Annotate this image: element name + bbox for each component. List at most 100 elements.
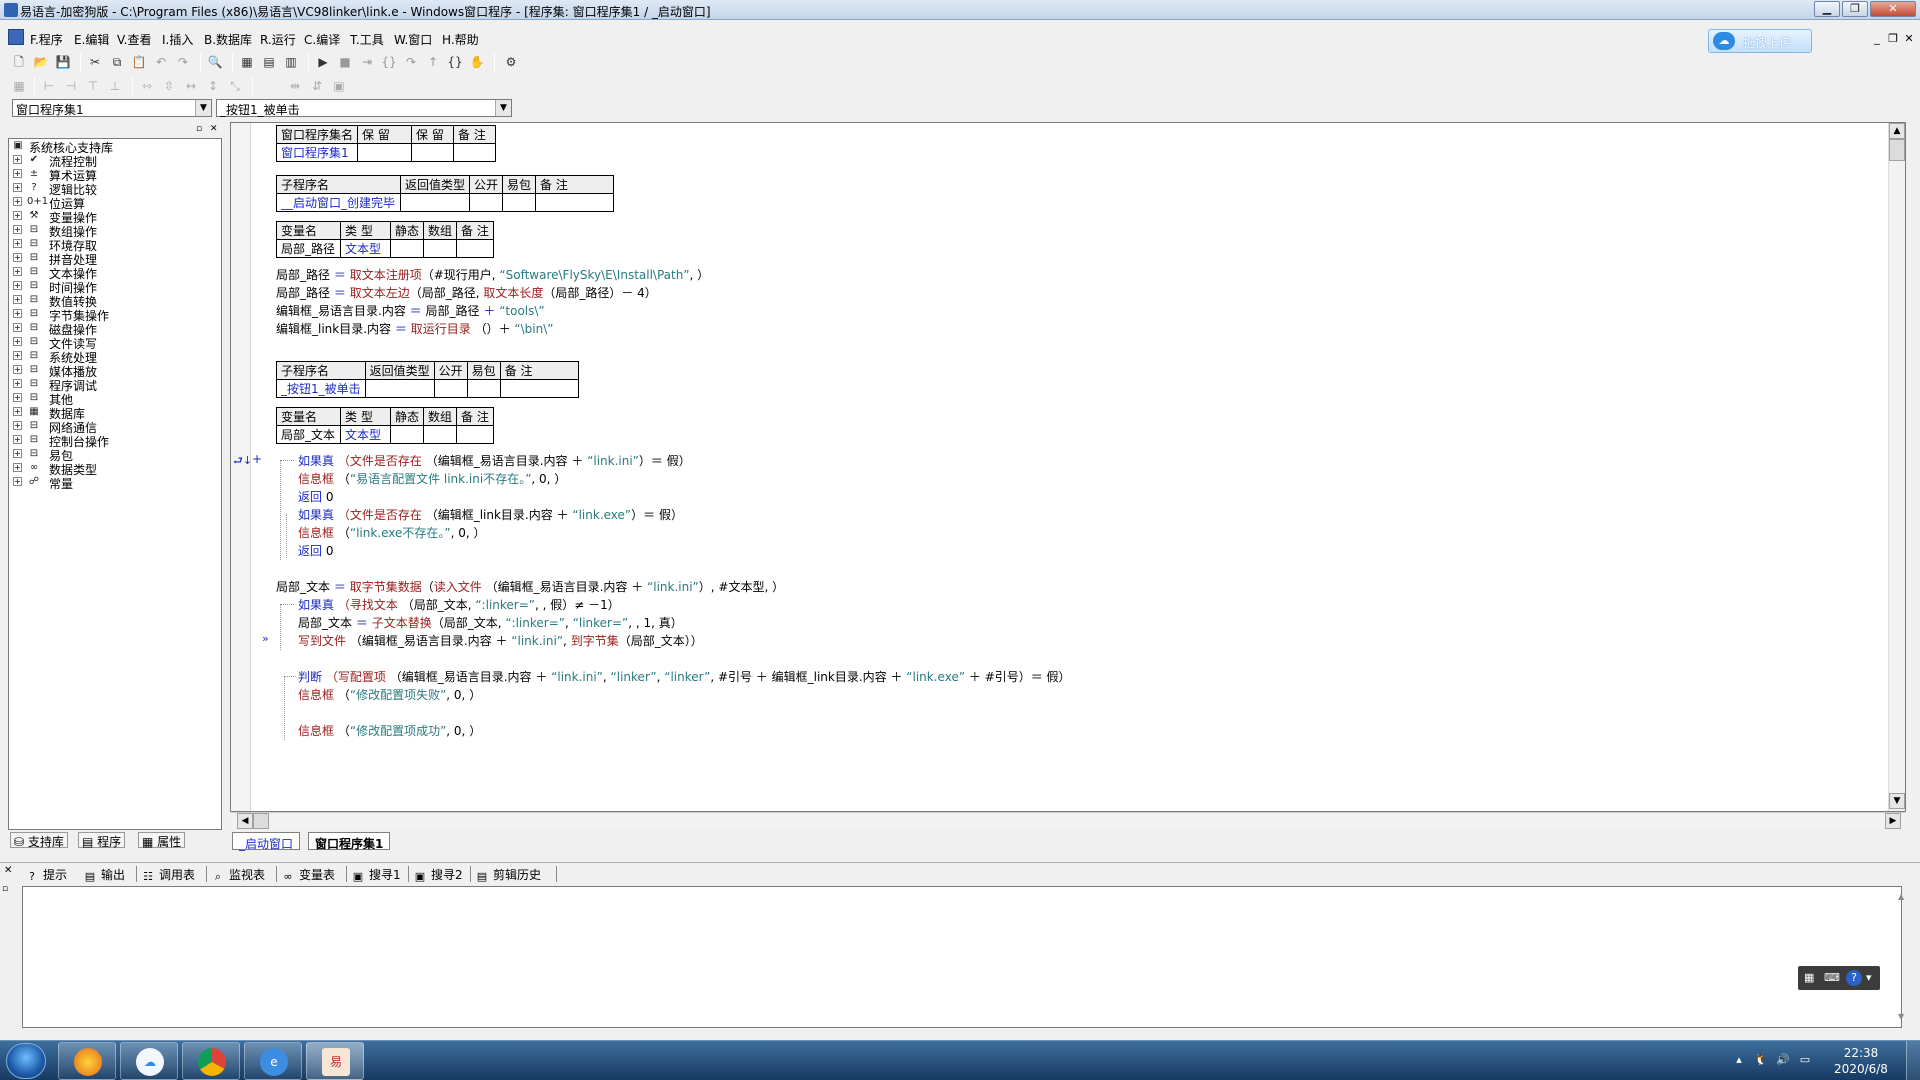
run-icon[interactable]: ▶: [314, 53, 332, 71]
expand-icon[interactable]: +: [13, 351, 22, 360]
table-cell[interactable]: [399, 193, 471, 212]
same-width-icon[interactable]: ↔: [182, 77, 200, 95]
tab-variables[interactable]: ∞ 变量表: [282, 866, 335, 883]
code-line[interactable]: 如果真 （文件是否存在 （编辑框_易语言目录.内容 ＋ “link.ini”）＝…: [298, 452, 691, 469]
code-line[interactable]: 返回 0: [298, 542, 333, 559]
expand-icon[interactable]: +: [13, 155, 22, 164]
close-button[interactable]: ✕: [1870, 1, 1916, 17]
pin-icon[interactable]: ▫: [2, 884, 8, 894]
vertical-scrollbar[interactable]: ▲ ▼: [1888, 123, 1905, 811]
braces-icon[interactable]: {}: [446, 53, 464, 71]
expand-icon[interactable]: +: [13, 463, 22, 472]
step-out-icon[interactable]: ↑: [424, 53, 442, 71]
menu-database[interactable]: B.数据库: [204, 31, 252, 48]
table-cell[interactable]: [469, 193, 504, 212]
expand-icon[interactable]: +: [13, 449, 22, 458]
expand-icon[interactable]: +: [13, 435, 22, 444]
keyboard-icon[interactable]: ⌨: [1824, 971, 1840, 984]
code-line[interactable]: 局部_文本 ＝ 子文本替换（局部_文本, “:linker=”, “linker…: [298, 614, 683, 631]
menu-edit[interactable]: E.编辑: [74, 31, 109, 48]
scroll-down-icon[interactable]: ▼: [1889, 793, 1905, 809]
tree-item[interactable]: + ⊟ 磁盘操作: [9, 321, 219, 337]
code-line[interactable]: 编辑框_易语言目录.内容 ＝ 局部_路径 ＋ “tools\”: [276, 302, 545, 319]
layout1-icon[interactable]: ▦: [238, 53, 256, 71]
tab-watch[interactable]: ⌕ 监视表: [212, 866, 265, 883]
tree-item[interactable]: + ⊟ 文件读写: [9, 335, 219, 351]
table-cell[interactable]: _按钮1_被单击: [276, 379, 366, 398]
expand-icon[interactable]: +: [13, 379, 22, 388]
new-icon[interactable]: 🗋: [10, 53, 28, 71]
code-line[interactable]: 返回 0: [298, 488, 333, 505]
expand-icon[interactable]: +: [13, 421, 22, 430]
minimize-button[interactable]: ▁: [1814, 1, 1840, 17]
code-line[interactable]: 如果真 （寻找文本 （局部_文本, “:linker=”, , 假）≠ －1）: [298, 596, 620, 613]
table-cell[interactable]: [357, 143, 413, 162]
tab-properties[interactable]: ▦ 属性: [138, 832, 186, 849]
tree-item[interactable]: + ☍ 常量: [9, 475, 219, 491]
menu-compile[interactable]: C.编译: [304, 31, 340, 48]
tree-item[interactable]: + ⊟ 拼音处理: [9, 251, 219, 267]
table-cell[interactable]: [433, 379, 468, 398]
hand-icon[interactable]: ✋: [468, 53, 486, 71]
menu-insert[interactable]: I.插入: [162, 31, 193, 48]
table-cell[interactable]: [389, 425, 425, 444]
tree-item[interactable]: + ⊟ 系统处理: [9, 349, 219, 365]
table-cell[interactable]: 局部_路径: [276, 239, 341, 258]
assembly-combo[interactable]: 窗口程序集1 ▼: [12, 99, 212, 117]
step-icon[interactable]: ⇥: [358, 53, 376, 71]
close-icon[interactable]: ✕: [4, 865, 12, 876]
output-panel[interactable]: [22, 886, 1902, 1028]
tree-item[interactable]: + ⊟ 字节集操作: [9, 307, 219, 323]
stop-icon[interactable]: ■: [336, 53, 354, 71]
network-icon[interactable]: ▭: [1798, 1053, 1812, 1067]
expand-icon[interactable]: +: [13, 477, 22, 486]
horizontal-scrollbar[interactable]: ◀ ▶: [231, 812, 1905, 829]
table-cell[interactable]: [423, 239, 458, 258]
tab-output[interactable]: ▤ 输出: [84, 866, 125, 883]
taskbar-clock[interactable]: 22:38 2020/6/8: [1826, 1045, 1896, 1077]
table-cell[interactable]: [456, 239, 494, 258]
table-cell[interactable]: 文本型: [340, 425, 391, 444]
panel-pin-icon[interactable]: ▫: [196, 124, 206, 134]
code-line[interactable]: 信息框 （“修改配置项成功”, 0, ）: [298, 722, 481, 739]
expand-icon[interactable]: +: [13, 239, 22, 248]
step-over-icon[interactable]: ↷: [402, 53, 420, 71]
expand-plus-icon[interactable]: +: [252, 452, 262, 466]
mdi-restore-button[interactable]: ❐: [1886, 32, 1900, 46]
volume-icon[interactable]: 🔊: [1776, 1053, 1790, 1067]
center-v-icon[interactable]: ⇳: [160, 77, 178, 95]
chevron-down-icon[interactable]: ▼: [195, 100, 211, 116]
align-left-icon[interactable]: ⊢: [40, 77, 58, 95]
tree-item[interactable]: −▣系统核心支持库: [9, 139, 219, 155]
tab-search-1[interactable]: ▣ 搜寻1: [352, 866, 401, 883]
find-icon[interactable]: 🔍: [206, 53, 224, 71]
tree-item[interactable]: + ⊟ 时间操作: [9, 279, 219, 295]
same-size-icon[interactable]: ⤡: [226, 77, 244, 95]
expand-icon[interactable]: +: [13, 225, 22, 234]
tree-item[interactable]: + ⊟ 程序调试: [9, 377, 219, 393]
tab-hint[interactable]: ? 提示: [26, 866, 67, 883]
code-line[interactable]: 判断 （写配置项 （编辑框_易语言目录.内容 ＋ “link.ini”, “li…: [298, 668, 1071, 685]
tab-clipboard-history[interactable]: ▤ 剪辑历史: [476, 866, 541, 883]
taskbar-app-ie[interactable]: e: [244, 1042, 302, 1080]
tree-item[interactable]: + ⚒ 变量操作: [9, 209, 219, 225]
expand-icon[interactable]: +: [13, 407, 22, 416]
tree-item[interactable]: + ✔ 流程控制: [9, 153, 219, 169]
tree-item[interactable]: + ⊟ 数组操作: [9, 223, 219, 239]
expand-icon[interactable]: +: [13, 169, 22, 178]
copy-icon[interactable]: ⧉: [108, 53, 126, 71]
expand-icon[interactable]: +: [13, 183, 22, 192]
tray-expand-icon[interactable]: ▴: [1732, 1053, 1746, 1067]
menu-tools[interactable]: T.工具: [350, 31, 384, 48]
qq-icon[interactable]: 🐧: [1754, 1053, 1768, 1067]
tree-item[interactable]: +0+1 位运算: [9, 195, 219, 211]
align-bottom-icon[interactable]: ⊥: [106, 77, 124, 95]
table-cell[interactable]: [411, 143, 455, 162]
tree-item[interactable]: + ⊟ 数值转换: [9, 293, 219, 309]
expand-icon[interactable]: +: [13, 323, 22, 332]
chevron-down-icon[interactable]: ▼: [495, 100, 511, 116]
table-cell[interactable]: __启动窗口_创建完毕: [276, 193, 401, 212]
table-cell[interactable]: [364, 379, 435, 398]
tree-item[interactable]: + ⊟ 其他: [9, 391, 219, 407]
align-right-icon[interactable]: ⊣: [62, 77, 80, 95]
